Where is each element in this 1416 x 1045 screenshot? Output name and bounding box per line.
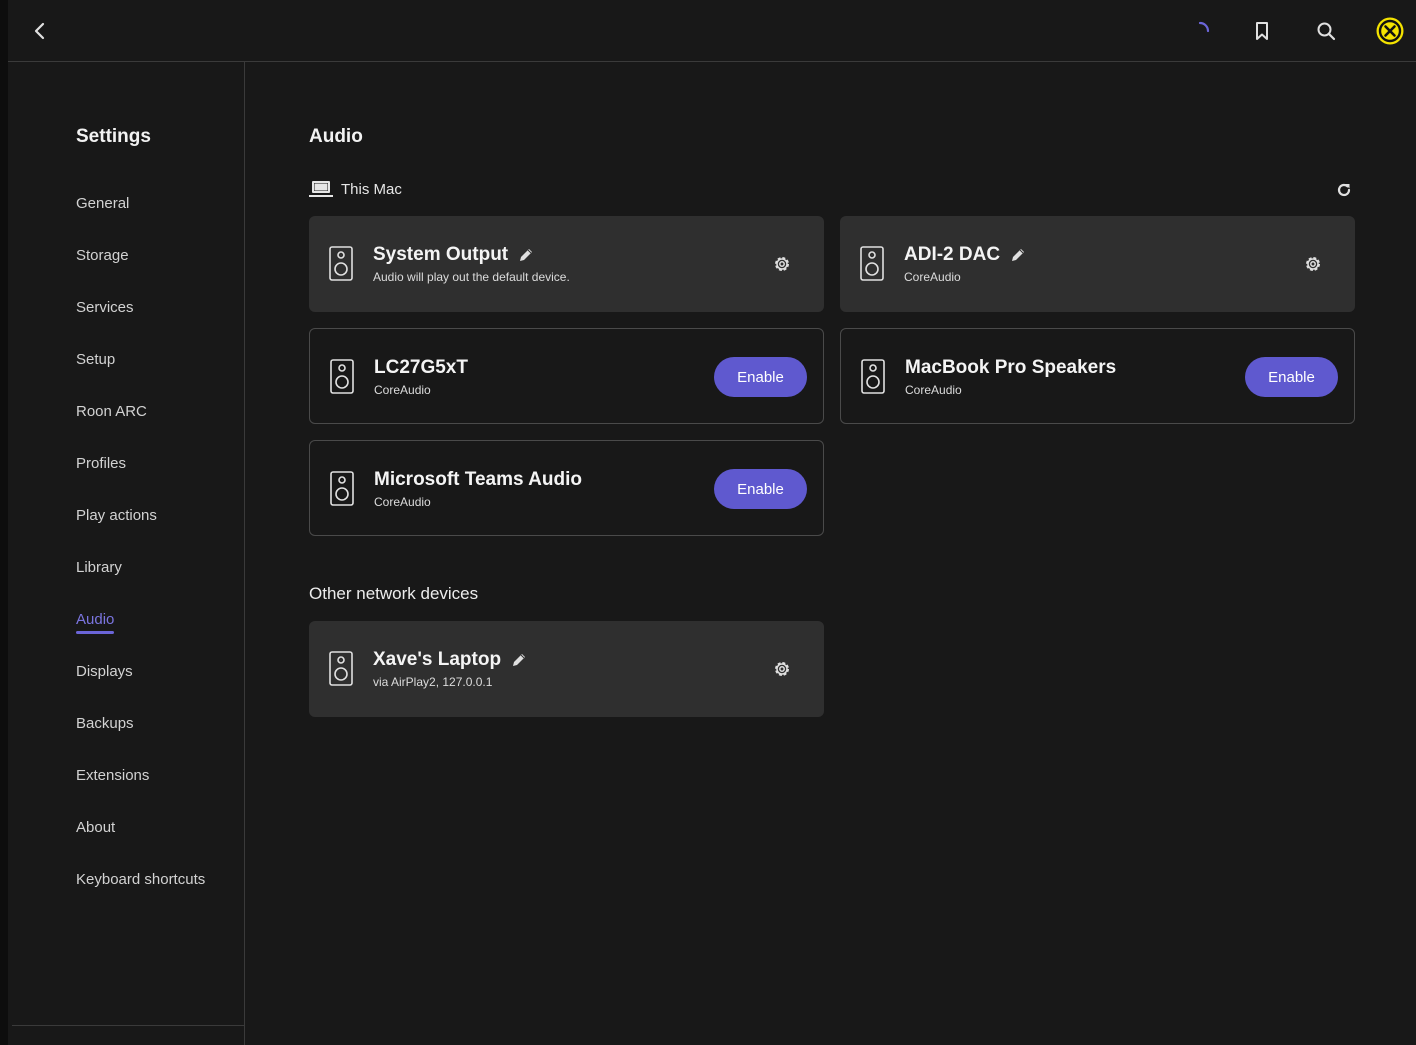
device-name: Xave's Laptop — [373, 649, 502, 670]
device-card-adi-2-dac[interactable]: ADI-2 DAC CoreAudio — [840, 216, 1355, 312]
device-name: ADI-2 DAC — [904, 244, 1001, 265]
device-name-row: Xave's Laptop — [373, 649, 527, 671]
loading-spinner-icon — [1183, 14, 1217, 48]
enable-button[interactable]: Enable — [714, 357, 807, 397]
sidebar-item-backups[interactable]: Backups — [76, 715, 134, 732]
search-icon[interactable] — [1309, 14, 1343, 48]
sidebar-item-keyboard-shortcuts[interactable]: Keyboard shortcuts — [76, 871, 205, 888]
sidebar-item-roon-arc[interactable]: Roon ARC — [76, 403, 147, 420]
profile-icon[interactable] — [1373, 14, 1407, 48]
speaker-icon — [860, 246, 884, 281]
gear-icon[interactable] — [772, 254, 792, 274]
top-bar — [8, 0, 1416, 62]
device-name: System Output — [373, 244, 509, 265]
main-content: Audio This Mac System Output Audio will … — [245, 62, 1416, 1045]
device-subtitle: CoreAudio — [904, 270, 961, 284]
sidebar-item-about[interactable]: About — [76, 819, 115, 836]
refresh-icon[interactable] — [1335, 181, 1353, 199]
device-card-macbook-pro-speakers: MacBook Pro Speakers CoreAudio Enable — [840, 328, 1355, 424]
window-edge — [0, 0, 8, 1045]
enable-button[interactable]: Enable — [714, 469, 807, 509]
settings-sidebar: Settings General Storage Services Setup … — [8, 62, 245, 1045]
sidebar-item-services[interactable]: Services — [76, 299, 134, 316]
sidebar-item-library[interactable]: Library — [76, 559, 122, 576]
sidebar-item-storage[interactable]: Storage — [76, 247, 129, 264]
device-subtitle: CoreAudio — [374, 495, 431, 509]
device-subtitle: via AirPlay2, 127.0.0.1 — [373, 675, 493, 689]
speaker-icon — [861, 359, 885, 394]
device-card-microsoft-teams-audio: Microsoft Teams Audio CoreAudio Enable — [309, 440, 824, 536]
sidebar-item-audio[interactable]: Audio — [76, 611, 115, 634]
other-network-devices-header: Other network devices — [309, 584, 479, 603]
gear-icon[interactable] — [772, 659, 792, 679]
device-name-row: Microsoft Teams Audio — [374, 469, 582, 491]
device-name-row: MacBook Pro Speakers — [905, 357, 1116, 379]
device-name: Microsoft Teams Audio — [374, 469, 582, 490]
device-subtitle: Audio will play out the default device. — [373, 270, 570, 284]
edit-pencil-icon[interactable] — [1010, 247, 1026, 263]
this-mac-label: This Mac — [341, 180, 402, 198]
sidebar-divider — [12, 1025, 244, 1026]
page-title: Audio — [309, 126, 363, 147]
sidebar-item-profiles[interactable]: Profiles — [76, 455, 126, 472]
device-subtitle: CoreAudio — [905, 383, 962, 397]
sidebar-title: Settings — [76, 126, 151, 147]
sidebar-item-play-actions[interactable]: Play actions — [76, 507, 157, 524]
speaker-icon — [329, 246, 353, 281]
back-icon[interactable] — [23, 14, 57, 48]
speaker-icon — [330, 471, 354, 506]
gear-icon[interactable] — [1303, 254, 1323, 274]
sidebar-item-setup[interactable]: Setup — [76, 351, 115, 368]
this-mac-header: This Mac — [309, 180, 402, 198]
speaker-icon — [329, 651, 353, 686]
device-subtitle: CoreAudio — [374, 383, 431, 397]
edit-pencil-icon[interactable] — [511, 652, 527, 668]
device-name: MacBook Pro Speakers — [905, 357, 1117, 378]
device-name-row: ADI-2 DAC — [904, 244, 1026, 266]
device-name: LC27G5xT — [374, 357, 468, 378]
device-card-system-output[interactable]: System Output Audio will play out the de… — [309, 216, 824, 312]
sidebar-item-extensions[interactable]: Extensions — [76, 767, 149, 784]
laptop-icon — [309, 181, 333, 197]
enable-button[interactable]: Enable — [1245, 357, 1338, 397]
edit-pencil-icon[interactable] — [518, 247, 534, 263]
device-card-lc27g5xt: LC27G5xT CoreAudio Enable — [309, 328, 824, 424]
device-name-row: LC27G5xT — [374, 357, 468, 379]
device-name-row: System Output — [373, 244, 534, 266]
bookmark-icon[interactable] — [1245, 14, 1279, 48]
sidebar-item-displays[interactable]: Displays — [76, 663, 133, 680]
speaker-icon — [330, 359, 354, 394]
sidebar-item-general[interactable]: General — [76, 195, 129, 212]
device-card-xaves-laptop[interactable]: Xave's Laptop via AirPlay2, 127.0.0.1 — [309, 621, 824, 717]
